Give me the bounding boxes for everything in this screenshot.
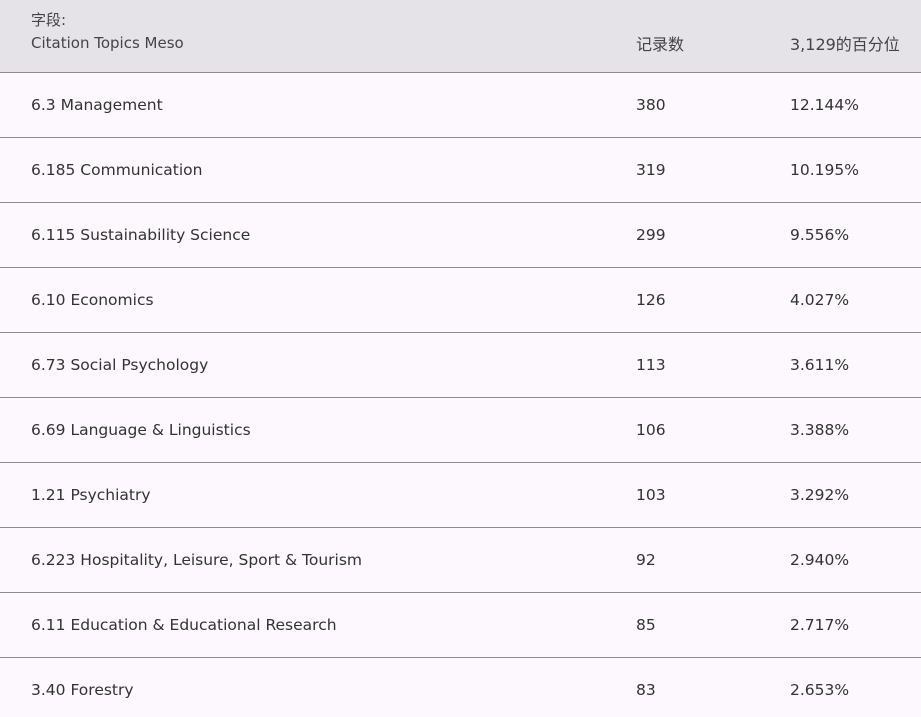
percent-cell: 3.611% — [790, 356, 850, 374]
field-label: 字段: — [31, 11, 67, 29]
percent-cell: 12.144% — [790, 96, 859, 114]
table-row[interactable]: 6.223 Hospitality, Leisure, Sport & Tour… — [0, 528, 921, 593]
topic-cell[interactable]: 6.115 Sustainability Science — [31, 226, 250, 244]
percent-cell: 4.027% — [790, 291, 850, 309]
count-cell: 83 — [636, 681, 656, 699]
table-row[interactable]: 6.115 Sustainability Science 299 9.556% — [0, 203, 921, 268]
table-row[interactable]: 6.73 Social Psychology 113 3.611% — [0, 333, 921, 398]
count-cell: 106 — [636, 421, 666, 439]
table-row[interactable]: 1.21 Psychiatry 103 3.292% — [0, 463, 921, 528]
count-cell: 299 — [636, 226, 666, 244]
table-row[interactable]: 6.11 Education & Educational Research 85… — [0, 593, 921, 658]
topic-cell[interactable]: 6.185 Communication — [31, 161, 202, 179]
table-row[interactable]: 6.3 Management 380 12.144% — [0, 73, 921, 138]
count-cell: 92 — [636, 551, 656, 569]
count-cell: 113 — [636, 356, 666, 374]
table-row[interactable]: 3.40 Forestry 83 2.653% — [0, 658, 921, 717]
topic-cell[interactable]: 6.3 Management — [31, 96, 163, 114]
topic-cell[interactable]: 6.10 Economics — [31, 291, 154, 309]
topic-cell[interactable]: 6.223 Hospitality, Leisure, Sport & Tour… — [31, 551, 362, 569]
percent-cell: 9.556% — [790, 226, 850, 244]
table-row[interactable]: 6.10 Economics 126 4.027% — [0, 268, 921, 333]
percent-cell: 2.653% — [790, 681, 850, 699]
percent-cell: 3.388% — [790, 421, 850, 439]
record-count-header[interactable]: 记录数 — [636, 31, 684, 55]
count-cell: 380 — [636, 96, 666, 114]
topic-cell[interactable]: 3.40 Forestry — [31, 681, 134, 699]
count-cell: 103 — [636, 486, 666, 504]
topic-cell[interactable]: 6.11 Education & Educational Research — [31, 616, 337, 634]
topic-cell[interactable]: 6.73 Social Psychology — [31, 356, 208, 374]
percent-cell: 2.940% — [790, 551, 850, 569]
table-row[interactable]: 6.185 Communication 319 10.195% — [0, 138, 921, 203]
topic-cell[interactable]: 6.69 Language & Linguistics — [31, 421, 251, 439]
percent-header[interactable]: 3,129的百分位 — [790, 31, 900, 55]
field-name-header[interactable]: Citation Topics Meso — [31, 34, 184, 52]
percent-cell: 2.717% — [790, 616, 850, 634]
results-table: 字段: Citation Topics Meso 记录数 3,129的百分位 6… — [0, 0, 921, 717]
count-cell: 126 — [636, 291, 666, 309]
count-cell: 319 — [636, 161, 666, 179]
percent-cell: 3.292% — [790, 486, 850, 504]
table-header: 字段: Citation Topics Meso 记录数 3,129的百分位 — [0, 0, 921, 73]
count-cell: 85 — [636, 616, 656, 634]
table-row[interactable]: 6.69 Language & Linguistics 106 3.388% — [0, 398, 921, 463]
percent-cell: 10.195% — [790, 161, 859, 179]
topic-cell[interactable]: 1.21 Psychiatry — [31, 486, 151, 504]
